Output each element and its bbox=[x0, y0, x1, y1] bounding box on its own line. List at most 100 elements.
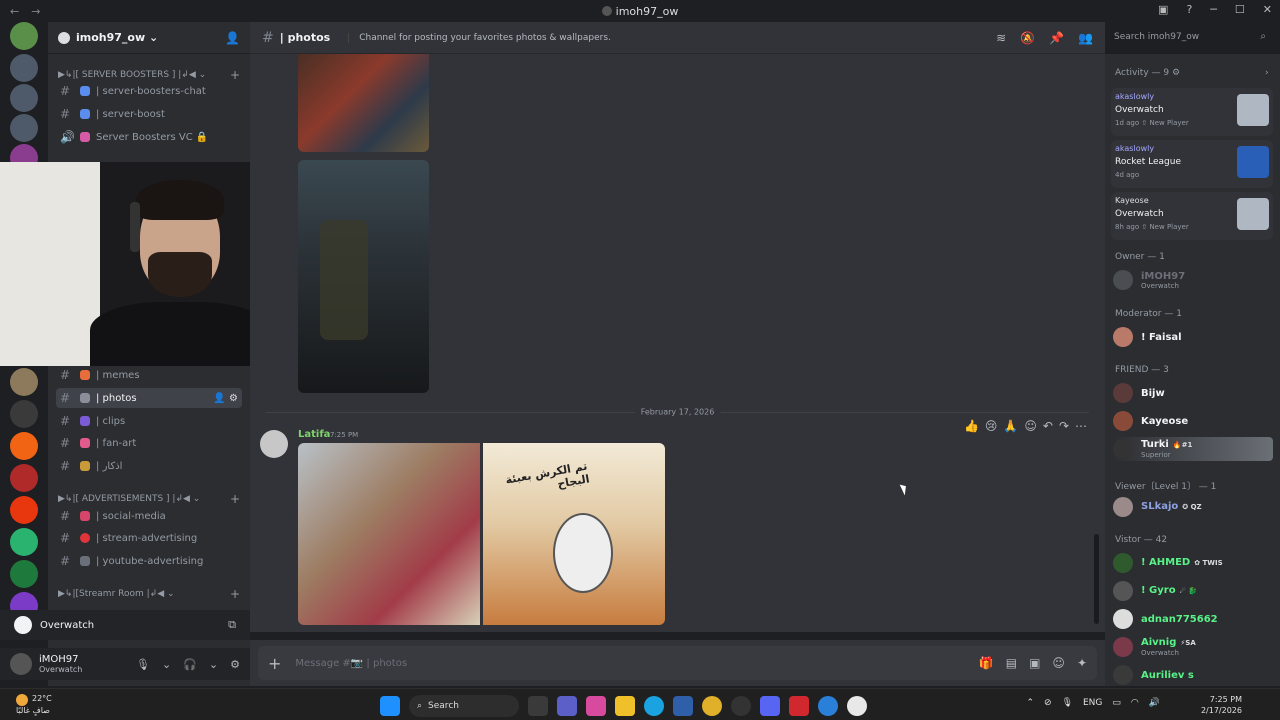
thumbs-up-reaction-icon[interactable]: 👍 bbox=[964, 419, 979, 433]
crying-reaction-icon[interactable]: 😢 bbox=[985, 419, 998, 433]
add-channel-icon[interactable]: + bbox=[230, 68, 240, 82]
wifi-icon[interactable]: ◠ bbox=[1131, 698, 1139, 708]
threads-icon[interactable]: ≋ bbox=[996, 31, 1006, 45]
app-icon[interactable] bbox=[818, 696, 838, 716]
language-indicator[interactable]: ENG bbox=[1083, 698, 1102, 708]
server-icon[interactable] bbox=[10, 464, 38, 492]
file-explorer-icon[interactable] bbox=[615, 696, 635, 716]
mic-icon[interactable]: 🎙 bbox=[1062, 698, 1073, 708]
taskbar-search[interactable]: ⌕ Search bbox=[409, 695, 519, 717]
activity-card[interactable]: Kayeose Overwatch 8h ago ⇧ New Player bbox=[1111, 192, 1273, 240]
image-attachment[interactable] bbox=[298, 160, 429, 393]
image-attachment[interactable] bbox=[298, 443, 480, 625]
activity-card[interactable]: akaslowly Overwatch 1d ago ⇧ New Player bbox=[1111, 88, 1273, 136]
edge-icon[interactable] bbox=[644, 696, 664, 716]
member-vistor[interactable]: adnan775662 bbox=[1113, 607, 1273, 631]
channel-settings-icon[interactable]: 👤 ⚙ bbox=[213, 393, 238, 404]
member-vistor[interactable]: ! AHMED ✿ TWIS bbox=[1113, 551, 1273, 575]
gift-icon[interactable]: 🎁 bbox=[979, 656, 994, 670]
more-options-icon[interactable]: ⋯ bbox=[1075, 419, 1087, 433]
app-icon[interactable] bbox=[789, 696, 809, 716]
praying-hands-reaction-icon[interactable]: 🙏 bbox=[1003, 419, 1018, 433]
overwatch-icon[interactable] bbox=[847, 696, 867, 716]
chevron-right-icon[interactable]: › bbox=[1265, 68, 1269, 78]
add-channel-icon[interactable]: + bbox=[230, 587, 240, 601]
channel-stream-advertising[interactable]: # | stream-advertising bbox=[56, 528, 242, 548]
pin-icon[interactable]: 📌 bbox=[1049, 31, 1064, 45]
member-friend[interactable]: Bijw bbox=[1113, 381, 1273, 405]
windows-start-icon[interactable] bbox=[380, 696, 400, 716]
emoji-icon[interactable]: ☺ bbox=[1052, 656, 1065, 670]
display-icon[interactable]: ▭ bbox=[1112, 698, 1121, 708]
server-icon[interactable] bbox=[10, 114, 38, 142]
member-owner[interactable]: iMOH97 Overwatch bbox=[1113, 268, 1273, 292]
member-friend[interactable]: Kayeose bbox=[1113, 409, 1273, 433]
teams-icon[interactable] bbox=[557, 696, 577, 716]
server-icon[interactable] bbox=[10, 496, 38, 524]
channel-fan-art[interactable]: # | fan-art bbox=[56, 433, 242, 453]
server-icon[interactable] bbox=[10, 368, 38, 396]
member-list-icon[interactable]: 👥 bbox=[1078, 31, 1093, 45]
avatar[interactable] bbox=[10, 653, 32, 675]
screen-share-icon[interactable]: ⧉ bbox=[228, 618, 236, 632]
add-reaction-icon[interactable]: ☺ bbox=[1024, 419, 1037, 433]
channel-youtube-advertising[interactable]: # | youtube-advertising bbox=[56, 551, 242, 571]
add-member-icon[interactable]: 👤 bbox=[225, 31, 240, 45]
server-icon[interactable] bbox=[10, 560, 38, 588]
store-icon[interactable] bbox=[673, 696, 693, 716]
avatar[interactable] bbox=[260, 430, 288, 458]
inbox-icon[interactable]: ▣ bbox=[1158, 3, 1168, 16]
member-vistor[interactable]: Auriliev s bbox=[1113, 663, 1273, 686]
sticker-icon[interactable]: ▣ bbox=[1029, 656, 1040, 670]
member-friend[interactable]: Turki 🔥#1 Superior bbox=[1113, 437, 1273, 461]
close-button[interactable]: ✕ bbox=[1263, 3, 1272, 16]
channel-azkar[interactable]: # | اذكار bbox=[56, 456, 242, 476]
category-server-boosters[interactable]: ▶↳|[ SERVER BOOSTERS ] |↲◀ ⌄ + bbox=[58, 68, 240, 82]
image-attachment[interactable]: تم الكرش بعبئة البجاح bbox=[483, 443, 665, 625]
channel-server-boost[interactable]: # | server-boost bbox=[56, 104, 242, 124]
maximize-button[interactable]: ☐ bbox=[1235, 3, 1245, 16]
attach-plus-icon[interactable]: + bbox=[268, 654, 281, 673]
volume-icon[interactable]: 🔊 bbox=[1149, 698, 1160, 708]
gif-icon[interactable]: ▤ bbox=[1006, 656, 1017, 670]
chevron-up-icon[interactable]: ⌃ bbox=[1026, 698, 1034, 708]
gear-icon[interactable]: ⚙ bbox=[230, 658, 240, 671]
discord-icon[interactable] bbox=[760, 696, 780, 716]
scrollbar[interactable] bbox=[1094, 534, 1099, 624]
channel-server-boosters-chat[interactable]: # | server-boosters-chat bbox=[56, 81, 242, 101]
channel-clips[interactable]: # | clips bbox=[56, 411, 242, 431]
message-author[interactable]: Latifa bbox=[298, 429, 330, 440]
minimize-button[interactable]: ─ bbox=[1210, 3, 1217, 16]
member-vistor[interactable]: ! Gyro ☄ 🐉 bbox=[1113, 579, 1273, 603]
reply-icon[interactable]: ↶ bbox=[1043, 419, 1053, 433]
server-icon[interactable] bbox=[10, 22, 38, 50]
headphones-icon[interactable]: 🎧 bbox=[183, 658, 197, 671]
message-input[interactable]: + Message #📷 | photos 🎁 ▤ ▣ ☺ ✦ bbox=[258, 646, 1097, 680]
category-streamer-room[interactable]: ▶↳|[Streamr Room |↲◀ ⌄ + bbox=[58, 587, 240, 601]
activity-card[interactable]: akaslowly Rocket League 4d ago bbox=[1111, 140, 1273, 188]
channel-topic[interactable]: Channel for posting your favorites photo… bbox=[348, 32, 611, 43]
activity-status-bar[interactable]: Overwatch ⧉ bbox=[0, 610, 250, 640]
tray-icon[interactable]: ⊘ bbox=[1044, 698, 1052, 708]
add-channel-icon[interactable]: + bbox=[230, 492, 240, 506]
task-view-icon[interactable] bbox=[528, 696, 548, 716]
mute-bell-icon[interactable]: 🔕 bbox=[1020, 31, 1035, 45]
server-icon[interactable] bbox=[10, 54, 38, 82]
chevron-down-icon[interactable]: ⌄ bbox=[162, 658, 171, 671]
member-moderator[interactable]: ! Faisal bbox=[1113, 325, 1273, 349]
help-icon[interactable]: ? bbox=[1186, 3, 1192, 16]
microphone-icon[interactable]: 🎙 bbox=[136, 658, 150, 671]
server-icon[interactable] bbox=[10, 528, 38, 556]
chrome-icon[interactable] bbox=[702, 696, 722, 716]
clock[interactable]: 7:25 PM 2/17/2026 bbox=[1201, 694, 1242, 716]
server-icon[interactable] bbox=[10, 84, 38, 112]
channel-photos[interactable]: # | photos 👤 ⚙ bbox=[56, 388, 242, 408]
server-header[interactable]: imoh97_ow ⌄ 👤 bbox=[48, 22, 250, 54]
channel-social-media[interactable]: # | social-media bbox=[56, 506, 242, 526]
forward-icon[interactable]: ↷ bbox=[1059, 419, 1069, 433]
server-icon[interactable] bbox=[10, 400, 38, 428]
apps-icon[interactable]: ✦ bbox=[1077, 656, 1087, 670]
obs-icon[interactable] bbox=[731, 696, 751, 716]
member-viewer[interactable]: SLkajo ✪ QZ bbox=[1113, 495, 1273, 519]
chevron-down-icon[interactable]: ⌄ bbox=[209, 658, 218, 671]
